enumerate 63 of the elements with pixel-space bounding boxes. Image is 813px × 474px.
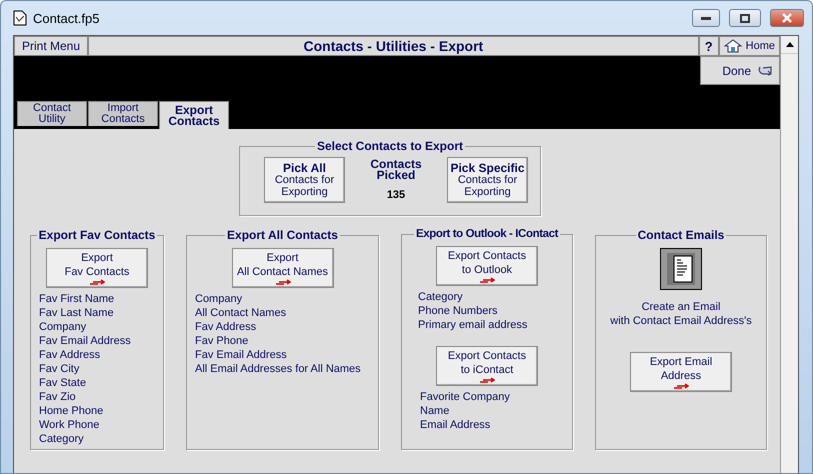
field-name: All Contact Names (195, 306, 288, 320)
field-name: Fav Phone (195, 334, 250, 348)
group-title: Contact Emails (636, 228, 726, 242)
field-name: Fav Address (39, 348, 102, 362)
export-button[interactable]: Export Contacts to Outlook (436, 246, 538, 286)
help-button[interactable]: ? (698, 36, 719, 56)
group-title: Export to Outlook - IContact (414, 228, 560, 240)
window-title: Contact.fp5 (33, 10, 100, 26)
field-name: Company (39, 320, 88, 334)
house-icon (724, 39, 742, 53)
group-title: Select Contacts to Export (316, 139, 464, 153)
field-name: Category (39, 432, 85, 446)
field-name: Category (418, 290, 464, 304)
document-icon (13, 10, 27, 26)
done-button[interactable]: Done (700, 56, 780, 85)
field-name: Email Address (420, 418, 492, 432)
tab[interactable]: Export Contacts (159, 101, 229, 129)
page-title: Contacts - Utilities - Export (88, 36, 699, 56)
field-name: Fav Last Name (39, 306, 115, 320)
field-name: Company (195, 292, 244, 306)
contacts-picked-label: Contacts Picked (370, 159, 422, 181)
maximize-button[interactable] (729, 9, 761, 27)
field-name: Fav State (39, 376, 88, 390)
maximize-icon (740, 14, 750, 22)
return-arrow-icon (757, 65, 773, 76)
export-button[interactable]: Export Email Address (630, 352, 732, 392)
field-name: Fav Zio (39, 390, 77, 404)
field-name: Primary email address (418, 318, 528, 332)
export-button[interactable]: Export All Contact Names (232, 248, 334, 288)
arrow-icon (479, 277, 495, 283)
email-document-icon[interactable] (660, 248, 702, 290)
field-name: Name (420, 404, 450, 418)
field-name: Fav First Name (39, 292, 116, 306)
field-name: Fav City (39, 362, 80, 376)
email-caption: Create an Email with Contact Email Address's (610, 300, 752, 328)
field-name: Fav Email Address (39, 334, 131, 348)
arrow-icon (479, 377, 495, 383)
group-title: Export Fav Contacts (38, 228, 156, 242)
tab[interactable]: Contact Utility (17, 101, 87, 126)
field-name: Fav Address (195, 320, 258, 334)
field-name: All Email Addresses for All Names (195, 362, 361, 376)
arrow-icon (673, 383, 689, 389)
minimize-icon (701, 16, 711, 20)
pick-specific-button[interactable]: Pick Specific Contacts for Exporting (447, 157, 528, 203)
close-icon (781, 13, 793, 23)
field-name: Work Phone (39, 418, 100, 432)
field-name: Fav Email Address (195, 348, 288, 362)
pick-all-button[interactable]: Pick All Contacts for Exporting (264, 157, 345, 203)
field-name: Home Phone (39, 404, 104, 418)
close-button[interactable] (770, 9, 804, 27)
arrow-icon (89, 279, 105, 285)
group-title: Export All Contacts (226, 228, 339, 242)
export-button[interactable]: Export Contacts to iContact (436, 346, 538, 386)
arrow-icon (274, 279, 290, 285)
field-name: Favorite Company (420, 390, 510, 404)
tab[interactable]: Import Contacts (88, 101, 158, 126)
export-button[interactable]: Export Fav Contacts (46, 248, 148, 288)
picked-count: 135 (386, 189, 406, 201)
up-arrow-icon (786, 42, 794, 47)
field-name: Phone Numbers (418, 304, 498, 318)
home-button[interactable]: Home (718, 36, 780, 56)
minimize-button[interactable] (692, 9, 720, 27)
print-menu-button[interactable]: Print Menu (14, 36, 88, 56)
